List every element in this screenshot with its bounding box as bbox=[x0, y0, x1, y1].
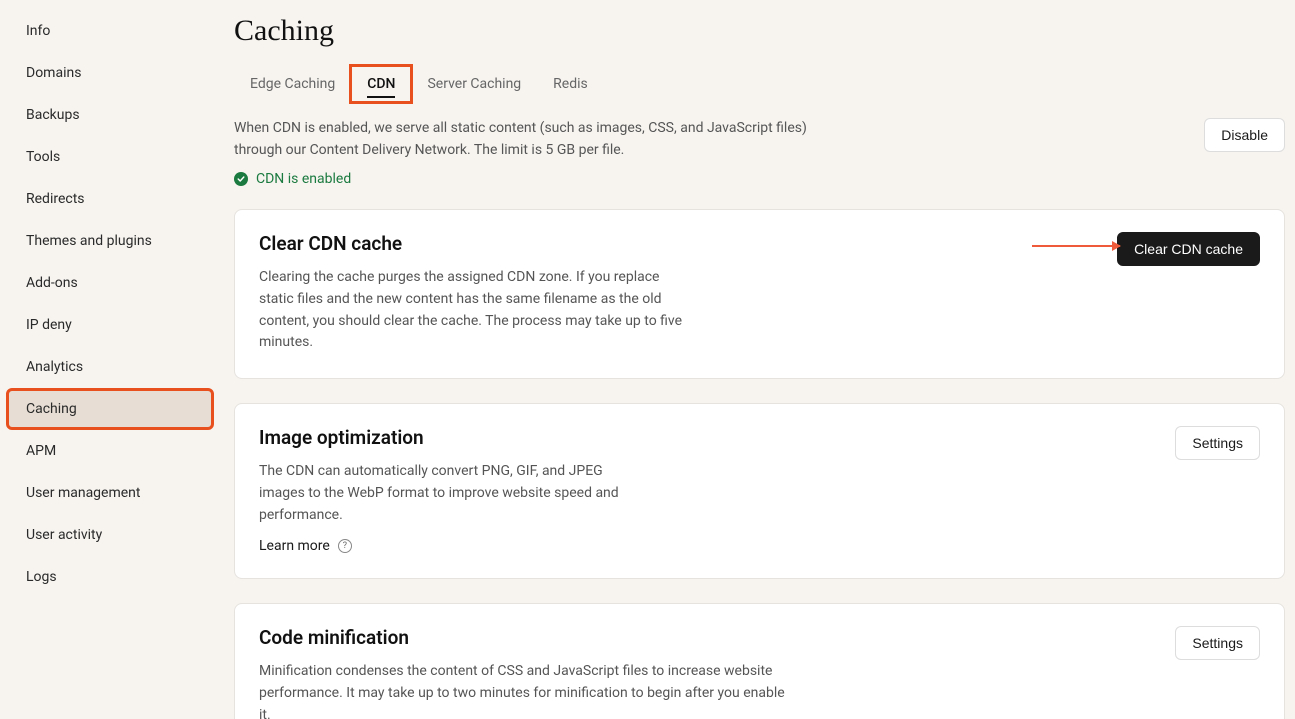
page-title: Caching bbox=[234, 14, 1285, 48]
check-circle-icon bbox=[234, 172, 248, 186]
tabs: Edge Caching CDN Server Caching Redis bbox=[234, 66, 1285, 102]
tab-server-caching[interactable]: Server Caching bbox=[411, 66, 537, 102]
tab-edge-caching[interactable]: Edge Caching bbox=[234, 66, 351, 102]
sidebar-item-analytics[interactable]: Analytics bbox=[8, 348, 212, 386]
sidebar-item-add-ons[interactable]: Add-ons bbox=[8, 264, 212, 302]
code-min-settings-button[interactable]: Settings bbox=[1175, 626, 1260, 660]
sidebar-item-caching[interactable]: Caching bbox=[8, 390, 212, 428]
card-image-optimization: Image optimization The CDN can automatic… bbox=[234, 403, 1285, 579]
card-description: Minification condenses the content of CS… bbox=[259, 661, 799, 719]
card-description: Clearing the cache purges the assigned C… bbox=[259, 267, 689, 354]
disable-button[interactable]: Disable bbox=[1204, 118, 1285, 152]
sidebar-item-redirects[interactable]: Redirects bbox=[8, 180, 212, 218]
sidebar-item-ip-deny[interactable]: IP deny bbox=[8, 306, 212, 344]
main-content: Caching Edge Caching CDN Server Caching … bbox=[220, 0, 1295, 719]
learn-more-link[interactable]: Learn more bbox=[259, 538, 330, 554]
tab-cdn[interactable]: CDN bbox=[351, 66, 411, 102]
cdn-status-text: CDN is enabled bbox=[256, 171, 351, 187]
card-title: Clear CDN cache bbox=[259, 232, 689, 255]
card-code-minification: Code minification Minification condenses… bbox=[234, 603, 1285, 719]
help-icon[interactable]: ? bbox=[338, 539, 352, 553]
tab-redis[interactable]: Redis bbox=[537, 66, 604, 102]
sidebar-item-domains[interactable]: Domains bbox=[8, 54, 212, 92]
sidebar-item-tools[interactable]: Tools bbox=[8, 138, 212, 176]
card-title: Image optimization bbox=[259, 426, 649, 449]
sidebar-item-user-management[interactable]: User management bbox=[8, 474, 212, 512]
sidebar-item-backups[interactable]: Backups bbox=[8, 96, 212, 134]
card-description: The CDN can automatically convert PNG, G… bbox=[259, 461, 649, 526]
sidebar-item-themes-plugins[interactable]: Themes and plugins bbox=[8, 222, 212, 260]
intro-row: When CDN is enabled, we serve all static… bbox=[234, 118, 1285, 161]
sidebar-item-info[interactable]: Info bbox=[8, 12, 212, 50]
sidebar-item-user-activity[interactable]: User activity bbox=[8, 516, 212, 554]
clear-cdn-cache-button[interactable]: Clear CDN cache bbox=[1117, 232, 1260, 266]
sidebar-item-apm[interactable]: APM bbox=[8, 432, 212, 470]
image-opt-settings-button[interactable]: Settings bbox=[1175, 426, 1260, 460]
sidebar: Info Domains Backups Tools Redirects The… bbox=[0, 0, 220, 719]
cdn-status: CDN is enabled bbox=[234, 171, 1285, 187]
intro-text: When CDN is enabled, we serve all static… bbox=[234, 118, 834, 161]
card-title: Code minification bbox=[259, 626, 799, 649]
card-clear-cdn-cache: Clear CDN cache Clearing the cache purge… bbox=[234, 209, 1285, 379]
annotation-arrow-icon bbox=[1032, 245, 1120, 247]
sidebar-item-logs[interactable]: Logs bbox=[8, 558, 212, 596]
